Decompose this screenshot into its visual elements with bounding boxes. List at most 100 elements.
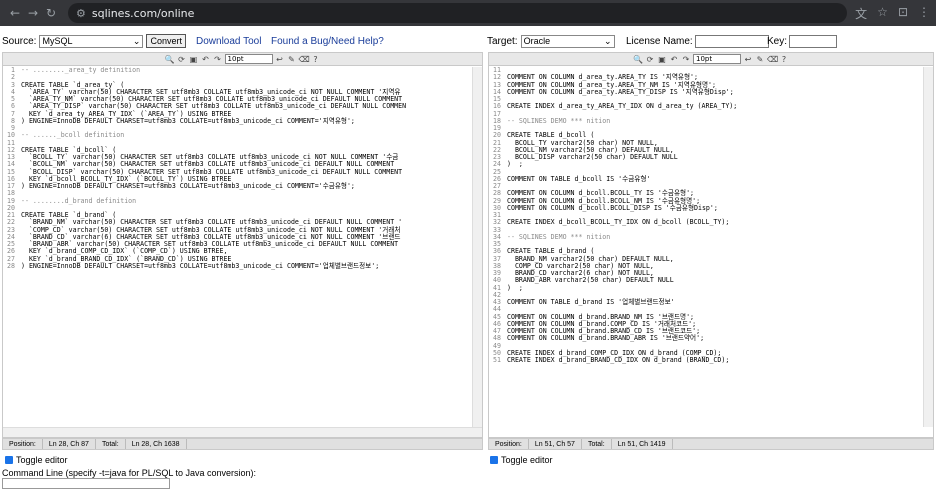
- reset-icon[interactable]: ⌫: [299, 55, 310, 64]
- source-label: Source:: [2, 35, 37, 47]
- help-icon[interactable]: ?: [311, 55, 321, 64]
- code-line[interactable]: 26 COMMENT ON TABLE d_bcoll IS '수금유형': [489, 175, 933, 183]
- code-text: COMMENT ON COLUMN d_bcoll.BCOLL_DISP IS …: [507, 203, 718, 212]
- bug-help-link[interactable]: Found a Bug/Need Help?: [271, 36, 384, 47]
- code-text: COMMENT ON TABLE d_brand IS '업체별브랜드정보': [507, 298, 675, 306]
- source-position-value: Ln 28, Ch 87: [43, 439, 96, 449]
- translate-icon[interactable]: 文: [855, 5, 867, 22]
- target-total-value: Ln 51, Ch 1419: [612, 439, 673, 449]
- code-line[interactable]: 17) ENGINE=InnoDB DEFAULT CHARSET=utf8mb…: [3, 182, 482, 190]
- target-vertical-scrollbar[interactable]: [923, 67, 933, 427]
- source-status-bar: Position: Ln 28, Ch 87 Total: Ln 28, Ch …: [2, 438, 483, 450]
- source-position-label: Position:: [3, 439, 43, 449]
- code-text: ) ENGINE=InnoDB DEFAULT CHARSET=utf8mb3 …: [21, 116, 355, 125]
- code-line[interactable]: 40 BRAND_ABR varchar2(50 char) DEFAULT N…: [489, 276, 933, 285]
- download-tool-link[interactable]: Download Tool: [196, 36, 261, 47]
- code-text: ) ENGINE=InnoDB DEFAULT CHARSET=utf8mb3 …: [21, 182, 355, 190]
- toggle-checkbox[interactable]: [490, 456, 498, 464]
- code-line[interactable]: 41) ;: [489, 284, 933, 292]
- code-text: COMMENT ON COLUMN d_area_ty.AREA_TY_DISP…: [507, 87, 734, 96]
- wrap-icon[interactable]: ↩: [743, 55, 753, 64]
- reset-icon[interactable]: ⌫: [767, 55, 778, 64]
- code-line[interactable]: 23 BCOLL_DISP varchar2(50 char) DEFAULT …: [489, 153, 933, 161]
- source-vertical-scrollbar[interactable]: [472, 67, 482, 427]
- code-line[interactable]: 34 -- SQLINES DEMO *** nition: [489, 233, 933, 241]
- target-position-value: Ln 51, Ch 57: [529, 439, 582, 449]
- address-bar[interactable]: ⚙ sqlines.com/online: [68, 3, 848, 23]
- convert-button[interactable]: Convert: [146, 34, 186, 48]
- bookmark-star-icon[interactable]: ☆: [877, 5, 888, 22]
- font-size-select[interactable]: 10pt: [224, 54, 273, 64]
- target-editor[interactable]: 🔍 ⟳ ▣ ↶ ↷ 10pt ↩ ✎ ⌫ ? 11 12 COMMENT ON CO…: [488, 52, 934, 438]
- code-line[interactable]: 8) ENGINE=InnoDB DEFAULT CHARSET=utf8mb3…: [3, 116, 482, 125]
- fullscreen-icon[interactable]: ▣: [189, 55, 199, 64]
- undo-icon[interactable]: ↶: [669, 55, 679, 64]
- source-editor[interactable]: 🔍 ⟳ ▣ ↶ ↷ 10pt ↩ ✎ ⌫ ? 1 -- ........_area…: [2, 52, 483, 438]
- redo-icon[interactable]: ↷: [681, 55, 691, 64]
- command-line-label: Command Line (specify -t=java for PL/SQL…: [2, 468, 257, 478]
- source-code-area[interactable]: 1 -- ........_area_ty definition 2 3 CREATE …: [3, 67, 482, 427]
- undo-icon[interactable]: ↶: [201, 55, 211, 64]
- font-size-select[interactable]: 10pt: [693, 54, 741, 64]
- forward-icon[interactable]: →: [24, 6, 42, 20]
- license-name-input[interactable]: [694, 34, 769, 48]
- highlight-icon[interactable]: ✎: [755, 55, 765, 64]
- chevron-down-icon: ⌄: [132, 35, 141, 46]
- code-text: CREATE INDEX d_bcoll_BCOLL_TY_IDX ON d_b…: [507, 218, 730, 227]
- source-editor-toolbar: 🔍 ⟳ ▣ ↶ ↷ 10pt ↩ ✎ ⌫ ?: [3, 53, 482, 66]
- source-select[interactable]: MySQL ⌄: [39, 34, 144, 48]
- toggle-editor-label: Toggle editor: [16, 455, 68, 465]
- site-info-icon[interactable]: ⚙: [76, 7, 86, 20]
- target-select[interactable]: Oracle ⌄: [520, 34, 615, 48]
- code-line[interactable]: 16 CREATE INDEX d_area_ty_AREA_TY_IDX ON …: [489, 102, 933, 111]
- refresh-icon[interactable]: ⟳: [177, 55, 187, 64]
- help-icon[interactable]: ?: [779, 55, 789, 64]
- code-text: ) ENGINE=InnoDB DEFAULT CHARSET=utf8mb3 …: [21, 261, 380, 270]
- code-text: COMMENT ON COLUMN d_brand.BRAND_ABR IS '…: [507, 334, 705, 343]
- code-line[interactable]: 24) ;: [489, 160, 933, 169]
- key-label: Key:: [767, 35, 788, 47]
- target-code-area[interactable]: 11 12 COMMENT ON COLUMN d_area_ty.AREA_TY …: [489, 67, 933, 427]
- command-line-input[interactable]: [2, 478, 170, 489]
- code-text: -- ........_area_ty definition: [21, 67, 141, 74]
- search-icon[interactable]: 🔍: [633, 55, 643, 64]
- reload-icon[interactable]: ↻: [42, 6, 60, 20]
- back-icon[interactable]: ←: [6, 6, 24, 20]
- code-line[interactable]: 51 CREATE INDEX d_brand_BRAND_CD_IDX ON d…: [489, 356, 933, 364]
- code-text: ) ;: [507, 160, 523, 169]
- target-select-value: Oracle: [523, 36, 551, 46]
- extensions-icon[interactable]: ⊡: [898, 5, 908, 22]
- code-line[interactable]: 19 -- ........d_brand definition: [3, 197, 482, 205]
- line-number: 51: [493, 356, 501, 364]
- fullscreen-icon[interactable]: ▣: [657, 55, 667, 64]
- code-line[interactable]: 43 COMMENT ON TABLE d_brand IS '업체별브랜드정보': [489, 298, 933, 306]
- code-line[interactable]: 48 COMMENT ON COLUMN d_brand.BRAND_ABR IS…: [489, 334, 933, 343]
- code-line[interactable]: 18 -- SQLINES DEMO *** nition: [489, 117, 933, 125]
- source-horizontal-scrollbar[interactable]: [3, 427, 482, 437]
- code-line[interactable]: 30 COMMENT ON COLUMN d_bcoll.BCOLL_DISP I…: [489, 203, 933, 212]
- code-line[interactable]: 32 CREATE INDEX d_bcoll_BCOLL_TY_IDX ON d…: [489, 218, 933, 227]
- source-total-value: Ln 28, Ch 1638: [126, 439, 187, 449]
- code-line[interactable]: 10 -- ......_bcoll definition: [3, 131, 482, 139]
- line-number: 28: [7, 261, 15, 270]
- code-text: BRAND_ABR varchar2(50 char) DEFAULT NULL: [507, 276, 674, 285]
- menu-icon[interactable]: ⋮: [918, 5, 930, 22]
- redo-icon[interactable]: ↷: [213, 55, 223, 64]
- source-select-value: MySQL: [42, 36, 73, 46]
- code-text: CREATE INDEX d_area_ty_AREA_TY_IDX ON d_…: [507, 102, 738, 111]
- code-line[interactable]: 1 -- ........_area_ty definition: [3, 67, 482, 74]
- toggle-checkbox[interactable]: [5, 456, 13, 464]
- refresh-icon[interactable]: ⟳: [645, 55, 655, 64]
- source-toggle-editor[interactable]: Toggle editor: [5, 455, 68, 465]
- license-label: License Name:: [626, 35, 693, 47]
- source-total-label: Total:: [96, 439, 126, 449]
- target-toggle-editor[interactable]: Toggle editor: [490, 455, 553, 465]
- highlight-icon[interactable]: ✎: [287, 55, 297, 64]
- target-editor-toolbar: 🔍 ⟳ ▣ ↶ ↷ 10pt ↩ ✎ ⌫ ?: [489, 53, 933, 66]
- code-line[interactable]: 28 ) ENGINE=InnoDB DEFAULT CHARSET=utf8mb…: [3, 261, 482, 270]
- chevron-down-icon: ⌄: [604, 35, 612, 46]
- wrap-icon[interactable]: ↩: [275, 55, 285, 64]
- search-icon[interactable]: 🔍: [165, 55, 175, 64]
- key-input[interactable]: [789, 34, 838, 48]
- code-line[interactable]: 14 COMMENT ON COLUMN d_area_ty.AREA_TY_DI…: [489, 87, 933, 96]
